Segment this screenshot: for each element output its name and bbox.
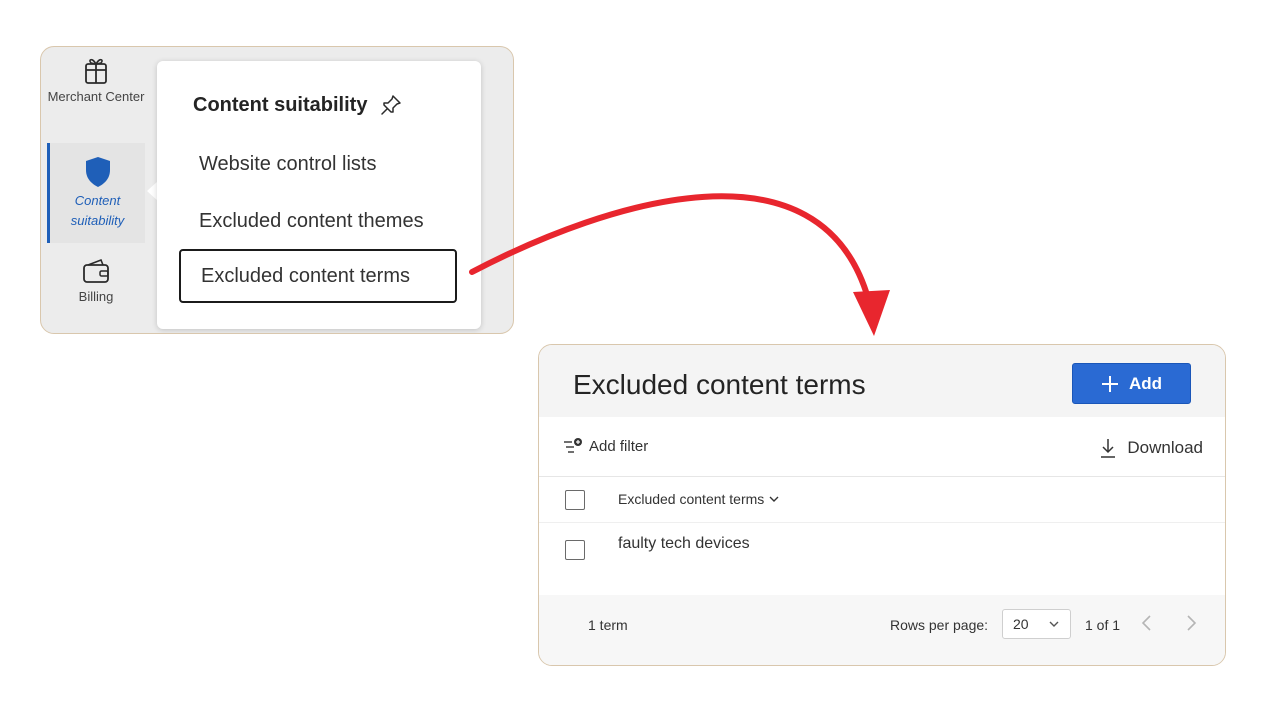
download-button[interactable]: Download [1099, 437, 1203, 459]
shield-icon [85, 157, 110, 187]
add-button[interactable]: Add [1072, 363, 1191, 404]
page-title: Excluded content terms [573, 369, 866, 400]
rail-item-merchant-center[interactable]: Merchant Center [47, 55, 145, 141]
rows-per-page-value: 20 [1013, 616, 1029, 632]
navigation-panel: Merchant Center Content suitability Bill… [40, 46, 514, 334]
flyout-title: Content suitability [193, 93, 403, 117]
column-header-excluded-content-terms[interactable]: Excluded content terms [618, 491, 780, 507]
rail-item-content-suitability[interactable]: Content suitability [47, 143, 145, 243]
nav-rail: Merchant Center Content suitability Bill… [41, 47, 149, 333]
page-info: 1 of 1 [1085, 617, 1121, 633]
table-footer: 1 term Rows per page: 20 1 of 1 [539, 595, 1225, 665]
pin-icon[interactable] [379, 93, 403, 117]
rail-item-label: Billing [78, 289, 114, 304]
add-filter-button[interactable]: Add filter [563, 437, 648, 455]
select-all-checkbox[interactable] [565, 490, 585, 510]
terms-table: Add filter Download Excluded content ter… [539, 417, 1225, 595]
flyout-item-excluded-content-terms[interactable]: Excluded content terms [179, 249, 457, 303]
flyout-item-website-control-lists[interactable]: Website control lists [179, 137, 457, 191]
term-count: 1 term [588, 617, 628, 633]
rows-per-page-select[interactable]: 20 [1002, 609, 1071, 639]
rail-item-label: Merchant Center [47, 89, 145, 104]
gift-icon [85, 58, 107, 84]
add-filter-label: Add filter [589, 437, 649, 455]
chevron-down-icon [1049, 621, 1059, 627]
filter-add-icon [564, 438, 582, 453]
add-button-label: Add [1128, 373, 1163, 393]
next-page-icon[interactable] [1183, 613, 1199, 633]
excluded-content-terms-panel: Excluded content terms Add Add filter Do… [538, 344, 1226, 666]
term-cell: faulty tech devices [618, 535, 750, 552]
content-suitability-flyout: Content suitability Website control list… [157, 61, 481, 329]
column-header-label: Excluded content terms [618, 491, 765, 507]
table-header-row: Excluded content terms [539, 477, 1225, 523]
panel-header: Excluded content terms Add [539, 345, 1225, 417]
arrow-curve [469, 193, 871, 301]
flyout-item-excluded-content-themes[interactable]: Excluded content themes [179, 194, 457, 248]
table-row: faulty tech devices [539, 523, 1225, 571]
download-icon [1101, 439, 1116, 458]
flyout-title-text: Content suitability [193, 93, 368, 116]
table-toolbar: Add filter Download [539, 417, 1225, 477]
rail-item-billing[interactable]: Billing [47, 257, 145, 323]
download-label: Download [1127, 438, 1203, 457]
chevron-down-icon [769, 496, 779, 502]
plus-icon [1101, 375, 1118, 392]
rail-item-label: Content suitability [70, 193, 125, 228]
row-checkbox[interactable] [565, 540, 585, 560]
rows-per-page-label: Rows per page: [890, 617, 989, 633]
arrow-head [853, 290, 890, 336]
previous-page-icon[interactable] [1139, 613, 1155, 633]
wallet-icon [83, 258, 109, 283]
